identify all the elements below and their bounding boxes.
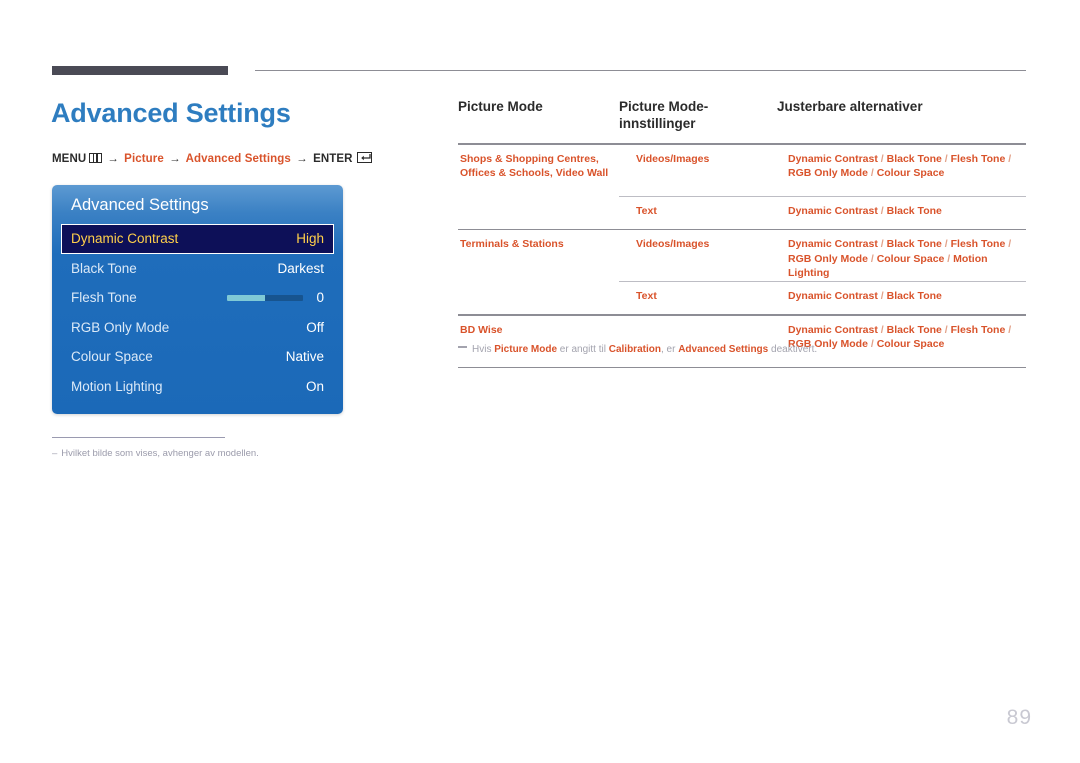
osd-value: Darkest (277, 260, 324, 276)
cell-adjustable-options: Dynamic Contrast / Black Tone / Flesh To… (788, 152, 1012, 180)
table-header-picture-mode-settings: Picture Mode- innstillinger (619, 98, 769, 132)
right-footnote-mid-1: er angitt til (557, 344, 609, 355)
osd-panel-title: Advanced Settings (71, 196, 209, 214)
osd-value: Native (285, 349, 324, 365)
breadcrumb-arrow-1: → (107, 153, 119, 165)
osd-row-motion-lighting[interactable]: Motion Lighting On (71, 372, 324, 402)
cell-adjustable-options: Dynamic Contrast / Black Tone / Flesh To… (788, 238, 1012, 280)
osd-slider-group: 0 (227, 290, 324, 305)
osd-value: High (296, 231, 324, 247)
cell-adjustable-options: Dynamic Contrast / Black Tone / Flesh To… (788, 323, 1012, 351)
osd-menu-list: Dynamic Contrast High Black Tone Darkest… (52, 224, 343, 401)
breadcrumb-step-picture[interactable]: Picture (124, 153, 164, 165)
header-accent-bar (52, 66, 228, 75)
enter-return-icon (356, 152, 372, 163)
osd-row-dynamic-contrast[interactable]: Dynamic Contrast High (61, 224, 334, 254)
header-divider-line (255, 70, 1026, 71)
table-row: Shops & Shopping Centres, Offices & Scho… (458, 145, 1026, 196)
osd-advanced-settings-panel: Advanced Settings Dynamic Contrast High … (52, 185, 343, 414)
osd-label: Colour Space (71, 349, 153, 365)
cell-picture-mode: BD Wise (460, 323, 503, 336)
osd-label: RGB Only Mode (71, 319, 170, 335)
cell-picture-mode: Shops & Shopping Centres, Offices & Scho… (460, 152, 609, 180)
osd-row-flesh-tone[interactable]: Flesh Tone 0 (71, 283, 324, 313)
right-footnote-suffix: deaktivert. (768, 344, 818, 355)
cell-picture-mode-setting: Videos/Images (636, 238, 710, 251)
breadcrumb-arrow-2: → (169, 153, 181, 165)
breadcrumb-enter-label: ENTER (313, 153, 353, 165)
osd-label: Motion Lighting (71, 378, 163, 394)
osd-value: Off (306, 319, 324, 335)
left-footnote-divider (52, 437, 225, 438)
flesh-tone-slider[interactable] (227, 294, 303, 301)
header-line-1: Picture Mode- (619, 99, 709, 114)
breadcrumb-menu-label: MENU (52, 153, 87, 165)
right-footnote-bold-calibration: Calibration (608, 344, 661, 355)
osd-value: On (305, 378, 324, 394)
right-footnote-bold-advanced-settings: Advanced Settings (678, 344, 769, 355)
breadcrumb-step-advanced-settings[interactable]: Advanced Settings (186, 153, 291, 165)
breadcrumb-arrow-3: → (296, 153, 308, 165)
footnote-dash-icon (458, 346, 467, 348)
cell-picture-mode-setting: Text (636, 204, 657, 217)
page-number: 89 (1006, 706, 1032, 729)
cell-picture-mode-setting: Videos/Images (636, 152, 710, 165)
breadcrumb: MENU → Picture → Advanced Settings → ENTE… (52, 152, 372, 165)
table-row: Text Dynamic Contrast / Black Tone (458, 282, 1026, 314)
table-header-picture-mode: Picture Mode (458, 99, 543, 114)
osd-row-rgb-only-mode[interactable]: RGB Only Mode Off (71, 313, 324, 343)
footnote-dash: – (52, 448, 58, 459)
cell-picture-mode-setting: Text (636, 290, 657, 303)
picture-mode-table: Picture Mode Picture Mode- innstillinger… (458, 98, 1026, 368)
header-line-2: innstillinger (619, 116, 696, 131)
right-footnote-prefix: Hvis (472, 344, 495, 355)
right-footnote: Hvis Picture Mode er angitt til Calibrat… (458, 344, 817, 355)
left-footnote: – Hvilket bilde som vises, avhenger av mo… (52, 448, 259, 459)
osd-label: Black Tone (71, 260, 137, 276)
osd-value: 0 (316, 290, 324, 306)
table-row: Text Dynamic Contrast / Black Tone (458, 197, 1026, 229)
cell-picture-mode: Terminals & Stations (460, 238, 564, 251)
table-header-adjustable-options: Justerbare alternativer (777, 99, 923, 114)
osd-label: Dynamic Contrast (71, 231, 179, 247)
left-footnote-text: Hvilket bilde som vises, avhenger av mod… (61, 448, 259, 459)
menu-bars-icon (89, 153, 103, 163)
page-title: Advanced Settings (51, 98, 291, 128)
right-footnote-bold-picture-mode: Picture Mode (494, 344, 558, 355)
table-row: Terminals & Stations Videos/Images Dynam… (458, 230, 1026, 281)
right-footnote-mid-2: , er (660, 344, 679, 355)
table-bottom-divider (458, 366, 1026, 368)
osd-row-black-tone[interactable]: Black Tone Darkest (71, 254, 324, 284)
osd-row-colour-space[interactable]: Colour Space Native (71, 342, 324, 372)
table-row: BD Wise Dynamic Contrast / Black Tone / … (458, 316, 1026, 367)
cell-adjustable-options: Dynamic Contrast / Black Tone (788, 290, 942, 303)
cell-adjustable-options: Dynamic Contrast / Black Tone (788, 204, 942, 217)
osd-label: Flesh Tone (71, 290, 137, 306)
slider-fill (227, 294, 265, 301)
table-header-row: Picture Mode Picture Mode- innstillinger… (458, 98, 1026, 143)
